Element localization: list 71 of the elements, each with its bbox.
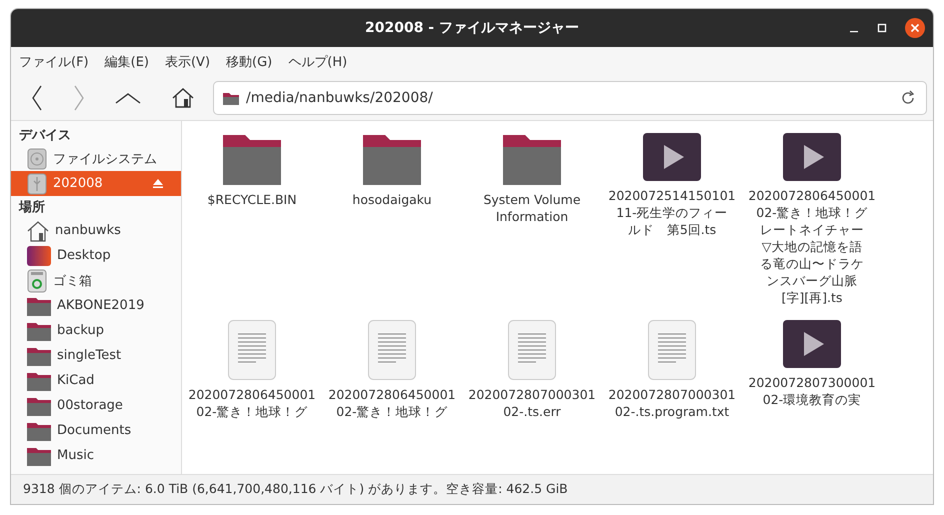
eject-icon[interactable] xyxy=(153,179,163,188)
video-file-icon xyxy=(643,133,701,181)
folder-icon xyxy=(27,296,51,316)
file-name: $RECYCLE.BIN xyxy=(207,191,297,208)
trash-icon xyxy=(27,268,47,292)
folder-icon xyxy=(27,396,51,416)
file-name: System Volume Information xyxy=(483,191,581,225)
file-name: 2020072806450001 02-驚き！地球！グ xyxy=(188,386,316,420)
file-name: 2020072806450001 02-驚き！地球！グ レートネイチャー ▽大地の記憶を語 る竜の山〜ドラケ ンスバーグ山脈 [字][再].ts xyxy=(748,187,876,306)
menu-item[interactable]: ヘルプ(H) xyxy=(288,52,348,70)
folder-icon xyxy=(222,90,240,106)
sidebar-item[interactable]: ファイルシステム xyxy=(11,146,181,171)
file-item[interactable]: 2020072807000301 02-.ts.err xyxy=(462,316,602,430)
close-icon[interactable] xyxy=(905,18,925,38)
video-file-icon xyxy=(783,133,841,181)
text-file-icon xyxy=(368,320,416,380)
folder-icon xyxy=(27,320,51,340)
file-item[interactable]: 2020072806450001 02-驚き！地球！グ レートネイチャー ▽大地の記憶を語 る竜の山〜ドラケ ンスバーグ山脈 [字][再].ts xyxy=(742,129,882,316)
sidebar-item[interactable]: singleTest xyxy=(11,343,181,368)
file-name: 2020072807300001 02-環境教育の実 xyxy=(748,374,876,408)
file-item[interactable]: hosodaigaku xyxy=(322,129,462,316)
file-name: 2020072807000301 02-.ts.err xyxy=(468,386,596,420)
location-field[interactable]: /media/nanbuwks/202008/ xyxy=(213,81,927,115)
sidebar-item[interactable]: Documents xyxy=(11,418,181,443)
file-item[interactable]: 2020072807300001 02-環境教育の実 xyxy=(742,316,882,430)
sidebar-item[interactable]: KiCad xyxy=(11,368,181,393)
folder-icon xyxy=(27,446,51,466)
sidebar-item[interactable]: 202008 xyxy=(11,171,181,196)
reload-icon[interactable] xyxy=(900,90,916,106)
folder-icon xyxy=(27,370,51,390)
file-item[interactable]: 2020072806450001 02-驚き！地球！グ xyxy=(182,316,322,430)
folder-icon xyxy=(27,346,51,366)
sidebar-item[interactable]: Desktop xyxy=(11,243,181,268)
sidebar-item[interactable]: AKBONE2019 xyxy=(11,293,181,318)
file-item[interactable]: $RECYCLE.BIN xyxy=(182,129,322,316)
section-heading: デバイス xyxy=(18,127,72,145)
section-heading: 場所 xyxy=(18,199,46,217)
sidebar-item[interactable]: 00storage xyxy=(11,393,181,418)
menu-item[interactable]: ファイル(F) xyxy=(19,52,89,70)
up-icon[interactable] xyxy=(115,92,141,104)
sidebar-item[interactable]: backup xyxy=(11,318,181,343)
menu-item[interactable]: 編集(E) xyxy=(104,52,149,70)
file-name: 2020072806450001 02-驚き！地球！グ xyxy=(328,386,456,420)
file-item[interactable]: System Volume Information xyxy=(462,129,602,316)
text-file-icon xyxy=(508,320,556,380)
text-file-icon xyxy=(648,320,696,380)
window-title: 202008 - ファイルマネージャー xyxy=(364,19,579,37)
text-file-icon xyxy=(228,320,276,380)
video-file-icon xyxy=(783,320,841,368)
file-name: hosodaigaku xyxy=(352,191,432,208)
sidebar-item[interactable]: nanbuwks xyxy=(11,218,181,243)
sidebar-item[interactable]: ゴミ箱 xyxy=(11,268,181,293)
folder-icon xyxy=(27,420,51,440)
sidebar-item[interactable]: Music xyxy=(11,443,181,468)
menu-item[interactable]: 表示(V) xyxy=(164,52,210,70)
file-item[interactable]: 2020072806450001 02-驚き！地球！グ xyxy=(322,316,462,430)
back-icon[interactable] xyxy=(31,85,43,111)
folder-icon xyxy=(223,133,281,185)
file-name: 2020072514150101 11-死生学のフィー ルド 第5回.ts xyxy=(608,187,736,238)
folder-icon xyxy=(363,133,421,185)
usb-drive-icon xyxy=(27,172,47,194)
maximize-icon[interactable] xyxy=(877,23,887,33)
file-item[interactable]: 2020072514150101 11-死生学のフィー ルド 第5回.ts xyxy=(602,129,742,316)
menu-item[interactable]: 移動(G) xyxy=(226,52,272,70)
file-name: 2020072807000301 02-.ts.program.txt xyxy=(608,386,736,420)
status-bar: 9318 個のアイテム: 6.0 TiB (6,641,700,480,116 バイト) があります。空き容量: 462.5 GiB xyxy=(11,474,933,504)
folder-icon xyxy=(503,133,561,185)
file-item[interactable]: 2020072807000301 02-.ts.program.txt xyxy=(602,316,742,430)
home-icon[interactable] xyxy=(171,86,195,110)
desktop-icon xyxy=(27,246,51,266)
home-icon xyxy=(27,220,49,242)
